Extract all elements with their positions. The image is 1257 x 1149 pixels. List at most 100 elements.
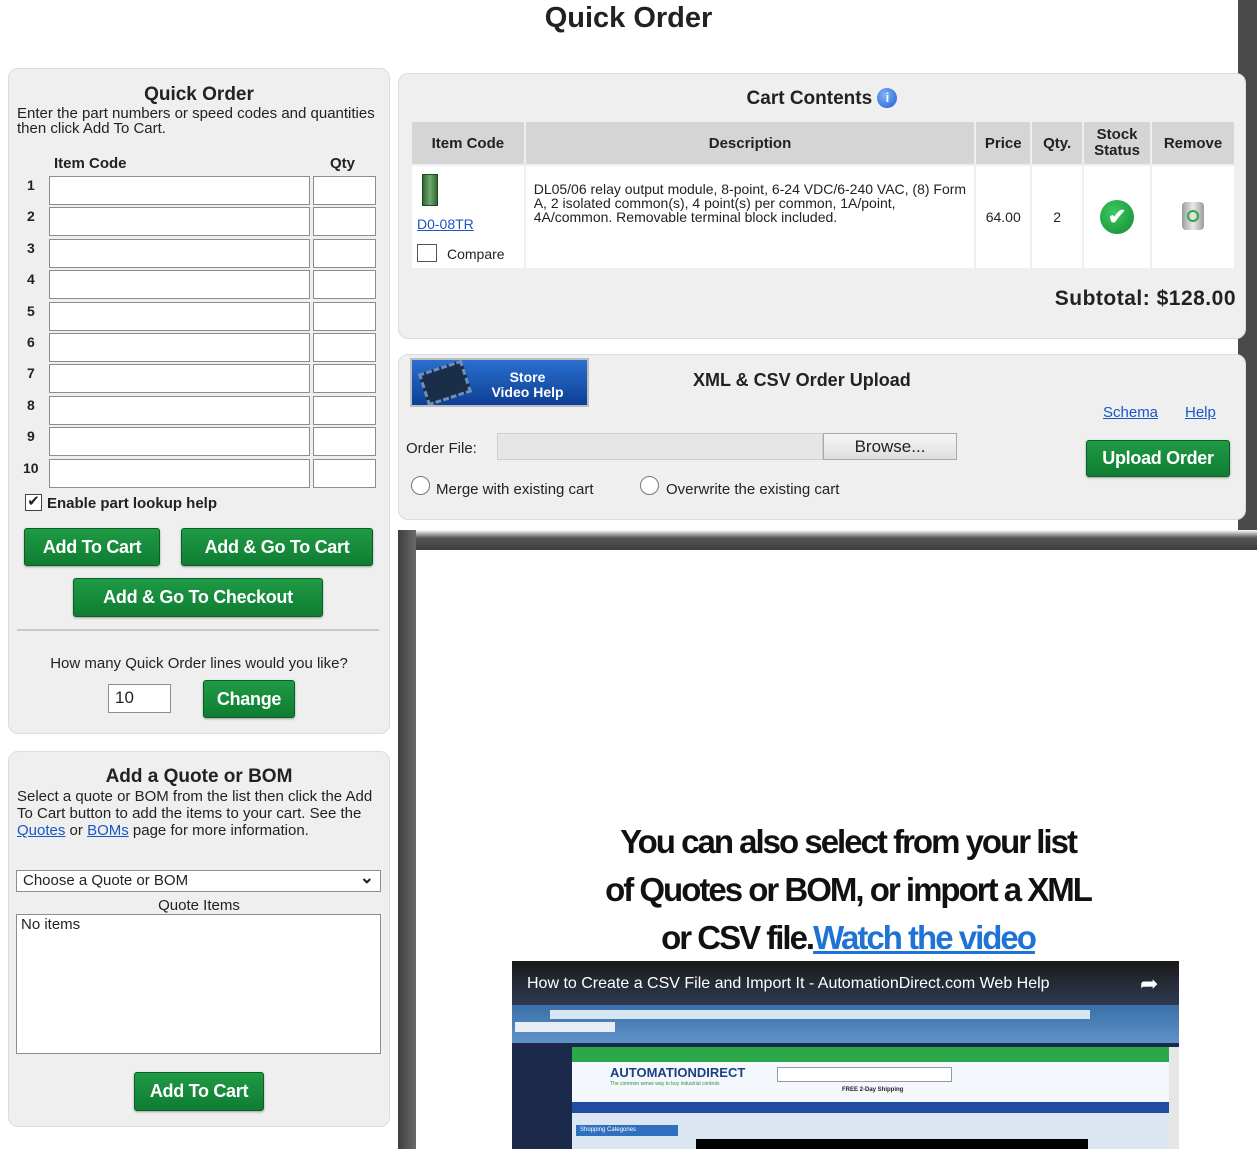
item-code-header: Item Code <box>54 155 127 172</box>
row-number: 2 <box>27 208 35 225</box>
quick-order-title: Quick Order <box>144 84 254 105</box>
cart-title: Cart Contents i <box>398 88 1246 110</box>
quote-items-label: Quote Items <box>158 897 240 914</box>
remove-cell <box>1150 164 1236 270</box>
item-code-input[interactable] <box>49 207 310 237</box>
check-icon: ✔ <box>1100 200 1135 234</box>
item-code-input[interactable] <box>49 270 310 300</box>
browser-scrollbar <box>1169 1047 1179 1149</box>
product-thumbnail[interactable] <box>422 174 438 206</box>
th-item-code: Item Code <box>410 120 526 166</box>
qty-input[interactable] <box>313 427 376 457</box>
promo-line-1: You can also select from your list <box>620 823 1078 860</box>
boms-link[interactable]: BOMs <box>87 822 129 839</box>
divider <box>17 629 379 631</box>
compare-label: Compare <box>447 246 505 262</box>
quote-bom-select[interactable]: Choose a Quote or BOM ⌄ <box>16 868 381 892</box>
product-code-link[interactable]: D0-08TR <box>417 216 474 232</box>
shopping-categories: Shopping Categories <box>576 1125 678 1136</box>
item-code-input[interactable] <box>49 238 310 268</box>
merge-radio[interactable] <box>411 476 430 495</box>
row-number: 10 <box>23 459 39 476</box>
th-remove: Remove <box>1150 120 1236 166</box>
add-to-cart-button[interactable]: Add To Cart <box>24 528 160 566</box>
merge-label: Merge with existing cart <box>436 481 594 498</box>
quote-bom-text-1: Select a quote or BOM from the list then… <box>17 788 373 822</box>
qty-input[interactable] <box>313 207 376 237</box>
cart-qty: 2 <box>1030 164 1085 270</box>
help-link[interactable]: Help <box>1185 404 1216 421</box>
video-black-area <box>696 1139 1088 1149</box>
add-and-go-to-cart-button[interactable]: Add & Go To Cart <box>181 528 373 566</box>
compare-checkbox[interactable] <box>417 244 437 262</box>
cart-description: DL05/06 relay output module, 8-point, 6-… <box>523 164 977 270</box>
row-number: 3 <box>27 239 35 256</box>
qty-input[interactable] <box>313 333 376 362</box>
row-number: 4 <box>27 271 35 288</box>
site-search <box>777 1067 952 1082</box>
order-file-input[interactable] <box>497 433 823 460</box>
row-number: 5 <box>27 302 35 319</box>
item-code-input[interactable] <box>49 458 310 488</box>
cart-title-text: Cart Contents <box>746 88 873 109</box>
qty-input[interactable] <box>313 238 376 268</box>
quick-order-instructions: Enter the part numbers or speed codes an… <box>17 105 375 137</box>
upload-title: XML & CSV Order Upload <box>693 370 911 390</box>
item-code-input[interactable] <box>49 333 310 362</box>
browser-tab <box>515 1022 615 1032</box>
row-number: 6 <box>27 334 35 350</box>
quote-bom-description: Select a quote or BOM from the list then… <box>17 788 381 839</box>
share-icon[interactable]: ➦ <box>1140 971 1158 997</box>
quote-add-to-cart-button[interactable]: Add To Cart <box>134 1072 264 1111</box>
row-number: 1 <box>27 177 35 193</box>
quote-items-empty: No items <box>21 916 81 933</box>
part-lookup-checkbox[interactable]: ✔ <box>25 494 42 511</box>
qty-input[interactable] <box>313 301 376 331</box>
item-code-input[interactable] <box>49 301 310 331</box>
th-stock-line-2: Status <box>1094 142 1140 159</box>
quote-items-list[interactable]: No items <box>16 914 381 1054</box>
item-code-input[interactable] <box>49 364 310 394</box>
qty-input[interactable] <box>313 458 376 488</box>
info-icon[interactable]: i <box>877 88 898 108</box>
cart-item-code-cell: D0-08TR Compare <box>410 164 526 270</box>
add-and-go-to-checkout-button[interactable]: Add & Go To Checkout <box>73 578 323 617</box>
row-number: 7 <box>27 365 35 382</box>
watch-video-link[interactable]: Watch the video <box>813 919 1037 956</box>
site-menu-bar <box>572 1102 1169 1113</box>
qty-input[interactable] <box>313 176 376 205</box>
schema-link[interactable]: Schema <box>1103 404 1158 421</box>
recycle-bin-icon[interactable] <box>1182 201 1205 230</box>
order-file-label: Order File: <box>406 440 477 457</box>
upload-order-button[interactable]: Upload Order <box>1086 440 1230 477</box>
video-player[interactable]: How to Create a CSV File and Import It -… <box>512 961 1179 1149</box>
item-code-input[interactable] <box>49 176 310 205</box>
qty-input[interactable] <box>313 364 376 394</box>
lines-input[interactable]: 10 <box>108 684 171 713</box>
cart-price: 64.00 <box>974 164 1033 270</box>
promo-line-2: of Quotes or BOM, or import a XML <box>605 871 1093 908</box>
part-lookup-label: Enable part lookup help <box>47 495 218 512</box>
stock-status-cell: ✔ <box>1082 164 1153 270</box>
qty-input[interactable] <box>313 395 376 425</box>
qty-input[interactable] <box>313 270 376 300</box>
cart-row: D0-08TR Compare DL05/06 relay output mod… <box>410 164 1236 270</box>
site-nav-bar <box>572 1047 1169 1062</box>
store-video-help-button[interactable]: Store Video Help <box>410 358 589 407</box>
site-brand: AUTOMATIONDIRECT <box>610 1065 746 1080</box>
item-code-input[interactable] <box>49 427 310 457</box>
th-qty: Qty. <box>1030 120 1085 166</box>
video-help-line-1: Store <box>509 369 546 385</box>
qty-header: Qty <box>330 155 356 172</box>
overwrite-radio[interactable] <box>640 476 659 495</box>
video-help-line-2: Video Help <box>491 384 564 400</box>
th-stock-status: Stock Status <box>1082 120 1153 166</box>
browse-button[interactable]: Browse... <box>823 433 957 460</box>
quote-bom-text-2: page for more information. <box>132 822 309 839</box>
quotes-link[interactable]: Quotes <box>17 822 65 839</box>
frame-shadow-bottom <box>398 530 1257 550</box>
change-button[interactable]: Change <box>203 680 295 718</box>
item-code-input[interactable] <box>49 395 310 425</box>
overwrite-label: Overwrite the existing cart <box>666 481 840 498</box>
film-icon <box>417 360 473 405</box>
